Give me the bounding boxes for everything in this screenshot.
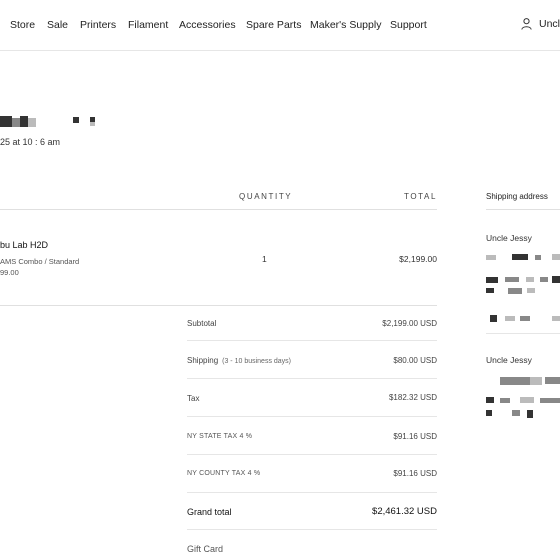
tax-value: $182.32 USD	[388, 393, 437, 402]
state-tax-label: NY STATE TAX 4 %	[187, 433, 253, 440]
grand-total-value: $2,461.32 USD	[372, 506, 437, 517]
nav-support[interactable]: Support	[390, 19, 427, 31]
county-tax-label: NY COUNTY TAX 4 %	[187, 470, 261, 477]
nav-accessories[interactable]: Accessories	[179, 19, 236, 31]
product-price: 99.00	[0, 268, 19, 277]
order-date: 25 at 10 : 6 am	[0, 137, 61, 147]
shipping-value: $80.00 USD	[393, 356, 437, 365]
shipping-label-text: Shipping	[187, 356, 219, 365]
nav-store[interactable]: Store	[10, 19, 35, 31]
subtotal-label: Subtotal	[187, 319, 217, 328]
divider	[187, 529, 437, 530]
product-total: $2,199.00	[399, 254, 437, 264]
divider	[187, 416, 437, 417]
nav-filament[interactable]: Filament	[128, 19, 168, 31]
state-tax-value: $91.16 USD	[393, 432, 437, 441]
product-name[interactable]: bu Lab H2D	[0, 240, 48, 250]
product-variant: AMS Combo / Standard	[0, 257, 80, 266]
nav-makers-supply[interactable]: Maker's Supply	[310, 19, 381, 31]
divider	[187, 492, 437, 493]
divider	[486, 209, 560, 210]
top-navigation: Store Sale Printers Filament Accessories…	[0, 0, 560, 51]
divider	[187, 340, 437, 341]
nav-printers[interactable]: Printers	[80, 19, 116, 31]
user-icon	[521, 18, 532, 30]
product-quantity: 1	[262, 254, 267, 264]
shipping-name: Uncle Jessy	[486, 233, 532, 243]
shipping-address-heading: Shipping address	[486, 192, 548, 201]
subtotal-value: $2,199.00 USD	[382, 319, 437, 328]
billing-name: Uncle Jessy	[486, 355, 532, 365]
divider	[0, 305, 437, 306]
account-link[interactable]: Uncle	[521, 18, 560, 30]
nav-spare-parts[interactable]: Spare Parts	[246, 19, 301, 31]
column-header-total: TOTAL	[404, 192, 438, 201]
tax-label: Tax	[187, 394, 200, 403]
nav-sale[interactable]: Sale	[47, 19, 68, 31]
account-name: Uncle	[539, 18, 560, 30]
divider	[0, 209, 437, 210]
column-header-quantity: QUANTITY	[239, 192, 293, 201]
shipping-note: (3 - 10 business days)	[222, 358, 292, 365]
shipping-label: Shipping (3 - 10 business days)	[187, 356, 291, 365]
county-tax-value: $91.16 USD	[393, 469, 437, 478]
divider	[187, 378, 437, 379]
gift-card-label: Gift Card	[187, 544, 224, 554]
grand-total-label: Grand total	[187, 507, 232, 517]
divider	[187, 454, 437, 455]
divider	[486, 333, 560, 334]
